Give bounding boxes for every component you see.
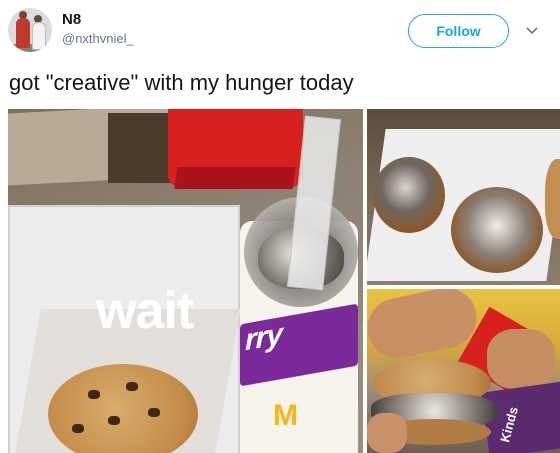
photo-cookies-topped[interactable] [367, 109, 560, 285]
photo-mcflurry-cookie[interactable]: rry M wait [8, 109, 363, 453]
user-handle[interactable]: @nxthvniel_ [62, 31, 134, 46]
display-name[interactable]: N8 [62, 11, 81, 28]
chocolate-chip [108, 416, 120, 425]
tweet-header: N8 @nxthvniel_ Follow [0, 0, 560, 66]
hand [487, 329, 555, 389]
chocolate-chip [148, 408, 160, 417]
fry-box-fold [174, 167, 296, 189]
avatar[interactable] [8, 8, 52, 52]
chevron-down-icon-svg [526, 27, 538, 35]
chocolate-chip [72, 424, 84, 433]
cookie-edge [545, 159, 560, 239]
chocolate-chip [88, 390, 100, 399]
fingers [367, 413, 407, 453]
cookie-with-ice-cream [451, 187, 543, 273]
cookie [48, 364, 198, 453]
avatar-figure [16, 18, 30, 48]
tweet-media-grid: rry M wait Kinds [8, 109, 560, 453]
follow-button[interactable]: Follow [408, 14, 509, 48]
avatar-figure [32, 22, 46, 50]
cookie-with-ice-cream [373, 157, 445, 233]
paper-bag-dark [108, 113, 173, 183]
mcdonalds-logo: M [273, 399, 298, 432]
photo-ice-cream-sandwich[interactable]: Kinds [367, 289, 560, 453]
mcflurry-cup-text: rry [245, 317, 283, 358]
overlay-caption: wait [96, 282, 194, 340]
tweet-text: got "creative" with my hunger today [9, 70, 354, 95]
chevron-down-icon[interactable] [523, 22, 541, 40]
chocolate-chip [126, 382, 138, 391]
